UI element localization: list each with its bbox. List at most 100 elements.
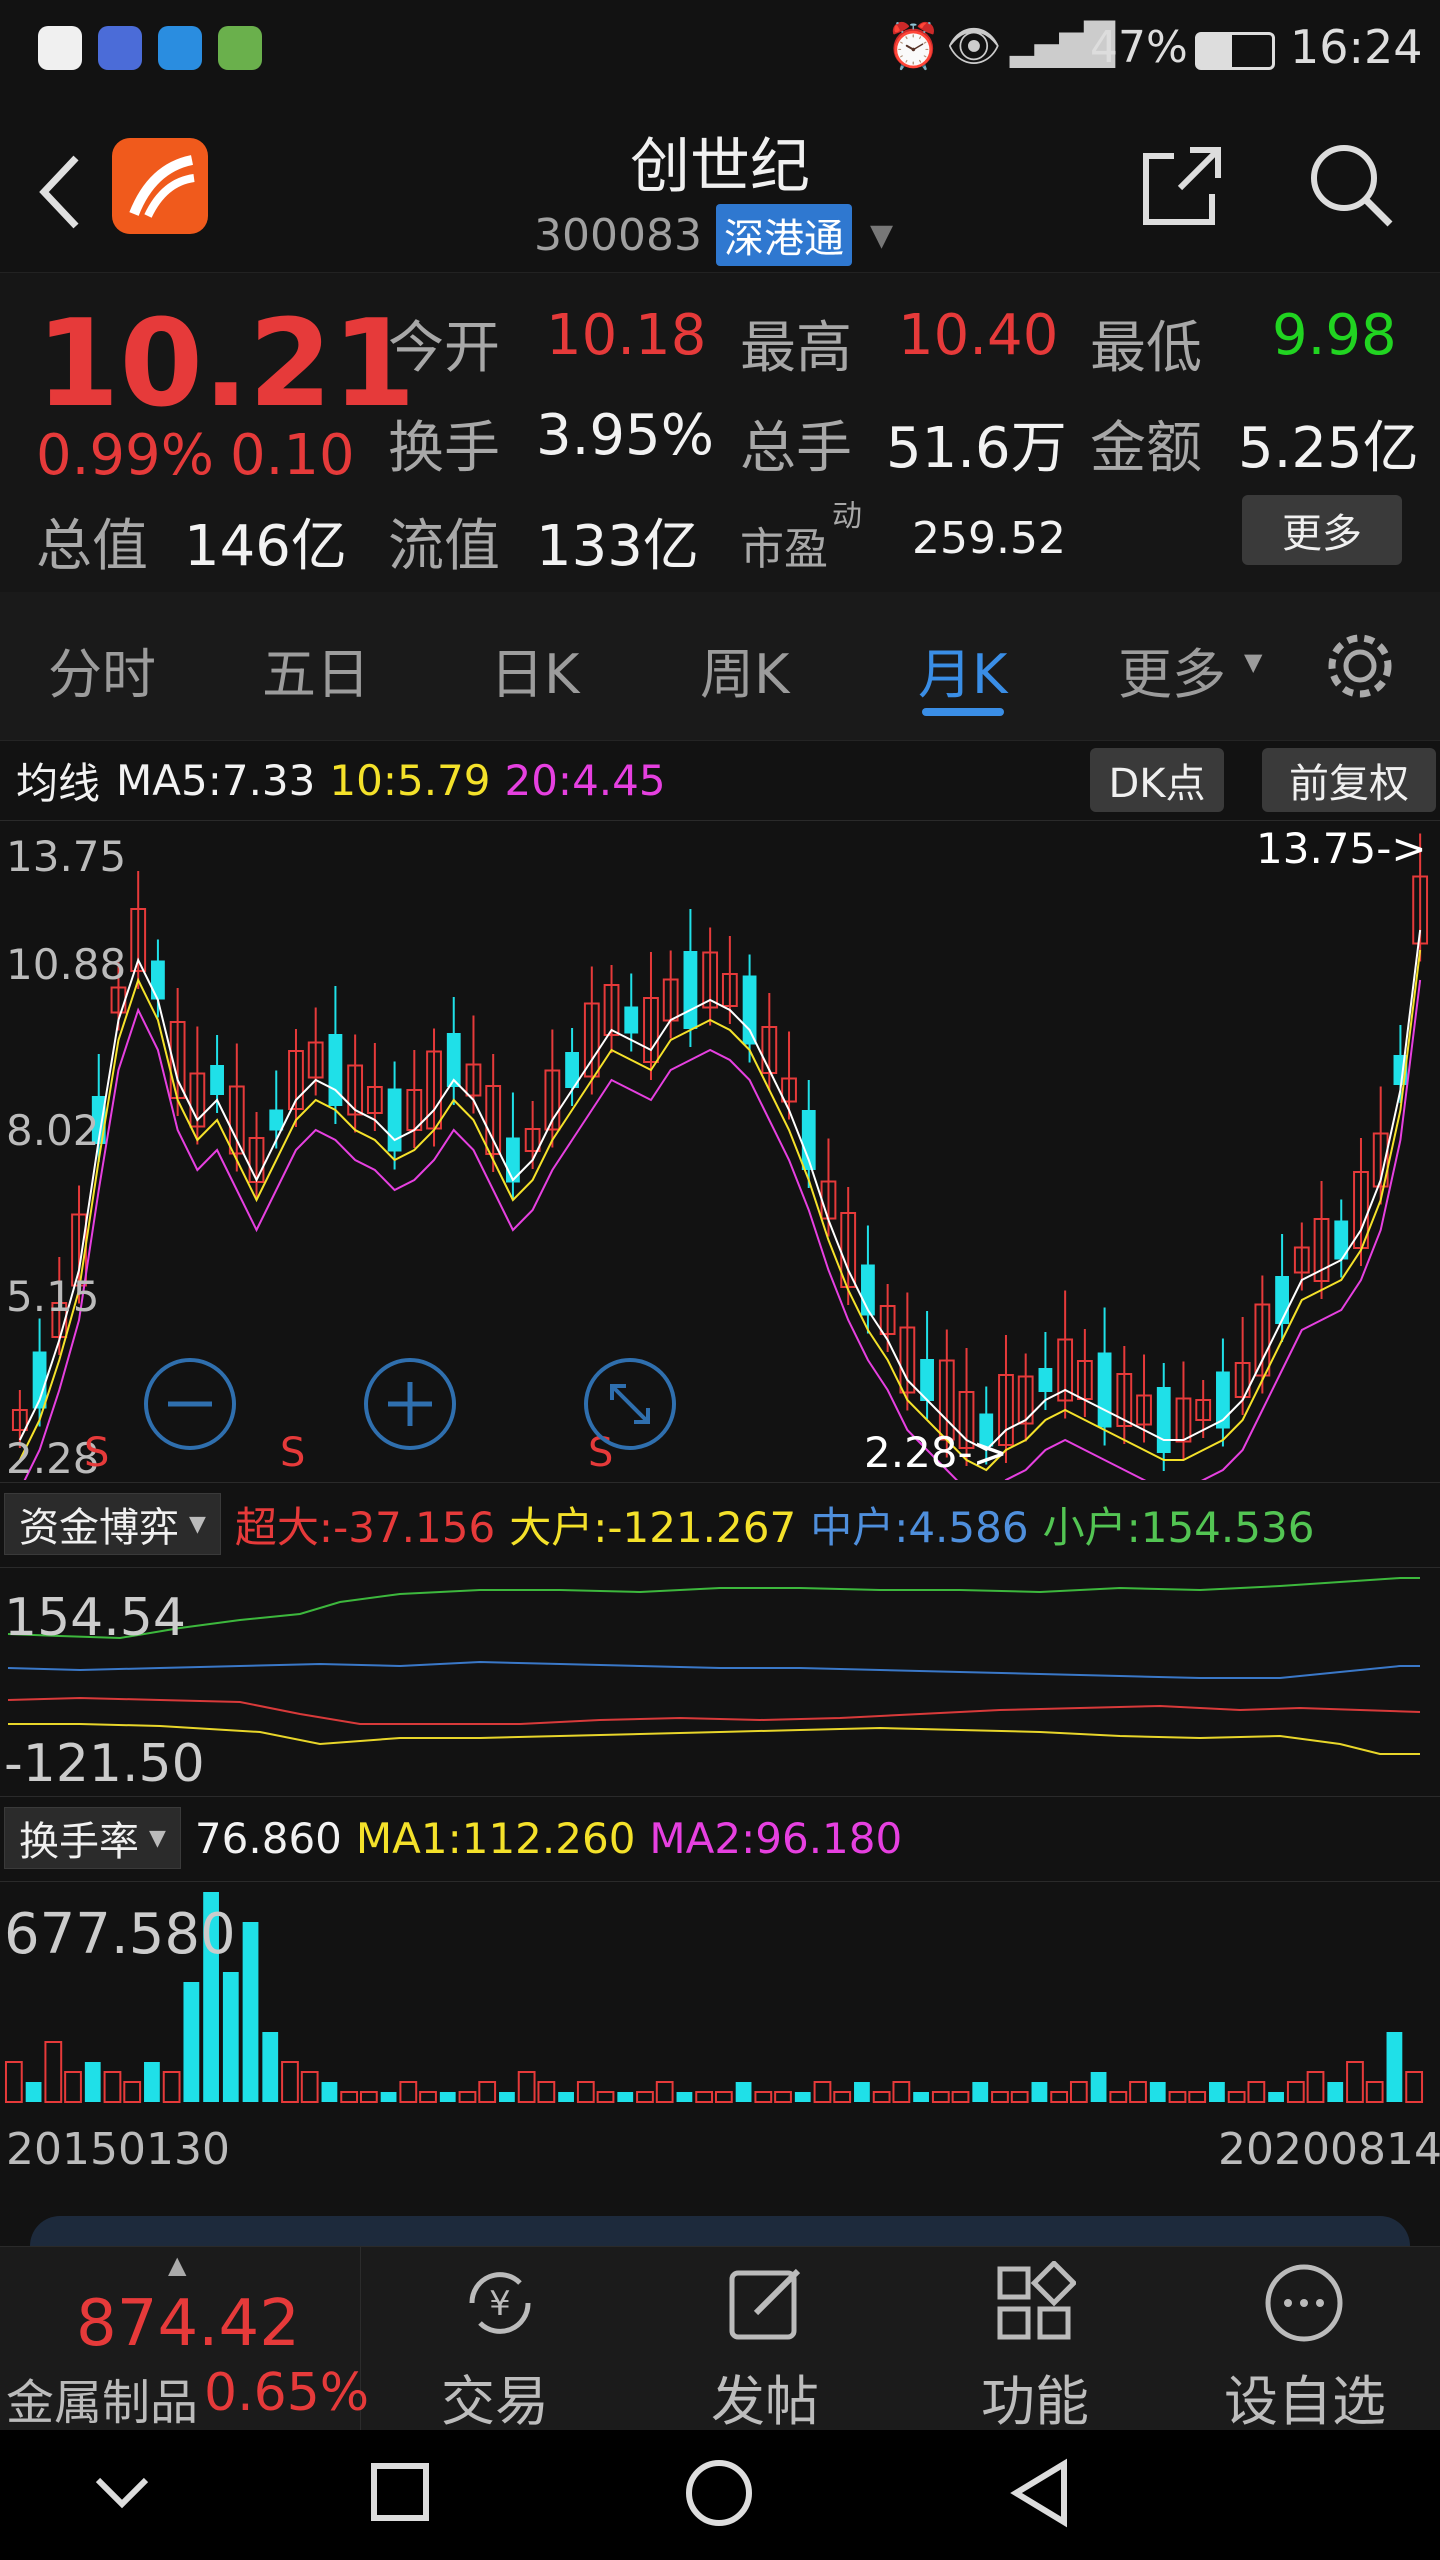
kline-chart[interactable]: 13.75 10.88 8.02 5.15 2.28 13.75-> 2.28-… bbox=[0, 820, 1440, 1483]
dropdown-arrow-icon: ▼ bbox=[149, 1825, 166, 1851]
volume-label: 总手 bbox=[740, 416, 852, 481]
min-price-marker: 2.28-> bbox=[864, 1428, 1008, 1477]
watchlist-label: 设自选 bbox=[1224, 2370, 1386, 2433]
dk-point-button[interactable]: DK点 bbox=[1090, 748, 1224, 812]
edit-icon bbox=[729, 2268, 801, 2340]
small-value: 小户:154.536 bbox=[1042, 1502, 1315, 1552]
fund-flow-canvas bbox=[7, 1577, 1421, 1755]
quote-panel: 10.21 0.99% 0.10 今开 10.18 最高 10.40 最低 9.… bbox=[0, 272, 1440, 594]
fund-flow-chart: 154.54 -121.50 bbox=[0, 1568, 1440, 1794]
end-date: 20200814 bbox=[1218, 2124, 1440, 2175]
axis-label-top: 13.75 bbox=[6, 832, 127, 881]
date-axis: 20150130 20200814 bbox=[0, 2110, 1440, 2200]
zoom-in-icon[interactable] bbox=[362, 1356, 458, 1452]
turnover-chart: 677.580 bbox=[0, 1882, 1440, 2108]
pe-superscript: 动 bbox=[832, 499, 862, 534]
low-value: 9.98 bbox=[1272, 303, 1397, 368]
turnover-label: 换手 bbox=[388, 416, 500, 481]
function-button[interactable]: 功能 bbox=[900, 2247, 1170, 2433]
forward-adjust-button[interactable]: 前复权 bbox=[1262, 748, 1436, 812]
pe-label: 市盈 bbox=[740, 524, 828, 575]
fund-flow-row: 资金博弈 ▼ 超大:-37.156 大户:-121.267 中户:4.586 小… bbox=[0, 1482, 1440, 1568]
float-cap-value: 133亿 bbox=[536, 514, 699, 579]
alarm-icon: ⏰ bbox=[886, 21, 941, 72]
max-price-marker: 13.75-> bbox=[1256, 824, 1427, 873]
zoom-out-icon[interactable] bbox=[142, 1356, 238, 1452]
tab-weekly-k[interactable]: 周K bbox=[700, 630, 789, 709]
battery-icon bbox=[1195, 32, 1275, 70]
period-tabs: 分时 五日 日K 周K 月K 更多 ▼ bbox=[0, 592, 1440, 741]
turnover-value: 3.95% bbox=[536, 403, 714, 468]
turnover-ma2: MA2:96.180 bbox=[649, 1813, 903, 1863]
system-nav-bar bbox=[0, 2430, 1440, 2560]
large-value: 大户:-121.267 bbox=[509, 1502, 797, 1552]
nav-back-icon[interactable] bbox=[1008, 2458, 1072, 2528]
fund-indicator-select[interactable]: 资金博弈 ▼ bbox=[4, 1493, 221, 1555]
super-large-value: 超大:-37.156 bbox=[234, 1502, 496, 1552]
sector-change: 0.65% bbox=[204, 2363, 370, 2423]
open-value: 10.18 bbox=[546, 303, 707, 368]
function-label: 功能 bbox=[981, 2370, 1089, 2433]
tab-daily-k[interactable]: 日K bbox=[490, 630, 579, 709]
total-cap-label: 总值 bbox=[36, 514, 148, 579]
trade-label: 交易 bbox=[441, 2370, 549, 2433]
tab-intraday[interactable]: 分时 bbox=[48, 630, 156, 709]
caret-up-icon: ▲ bbox=[168, 2251, 187, 2279]
turnover-axis-top: 677.580 bbox=[4, 1902, 236, 1967]
fund-axis-top: 154.54 bbox=[4, 1588, 186, 1648]
current-price: 10.21 bbox=[36, 295, 416, 434]
turnover-current: 76.860 bbox=[194, 1813, 342, 1863]
app-header: 创世纪 300083 深港通 ▼ bbox=[0, 100, 1440, 272]
search-icon[interactable] bbox=[1306, 140, 1396, 230]
change-amount: 0.10 bbox=[230, 423, 355, 488]
change-percent: 0.99% bbox=[36, 423, 214, 488]
qq-app-icon bbox=[38, 26, 82, 70]
video-app-icon bbox=[98, 26, 142, 70]
turnover-indicator-select[interactable]: 换手率 ▼ bbox=[4, 1807, 181, 1869]
gear-icon[interactable] bbox=[1322, 628, 1398, 704]
post-label: 发帖 bbox=[711, 2370, 819, 2433]
status-bar: ⏰ 👁 ▂▄▆█ 47% 16:24 bbox=[0, 0, 1440, 100]
high-value: 10.40 bbox=[898, 303, 1059, 368]
tab-five-day[interactable]: 五日 bbox=[262, 630, 370, 709]
fullscreen-icon[interactable] bbox=[582, 1356, 678, 1452]
axis-label-3: 8.02 bbox=[6, 1106, 100, 1155]
yuan-cycle-icon: ¥ bbox=[469, 2272, 531, 2334]
clock: 16:24 bbox=[1290, 20, 1423, 74]
ma5-value: MA5:7.33 bbox=[116, 756, 316, 805]
open-label: 今开 bbox=[388, 316, 500, 381]
volume-value: 51.6万 bbox=[886, 416, 1067, 481]
amount-label: 金额 bbox=[1090, 416, 1202, 481]
nav-home-icon[interactable] bbox=[684, 2458, 754, 2528]
play-app-icon bbox=[218, 26, 262, 70]
nav-recents-icon[interactable] bbox=[368, 2460, 432, 2524]
medium-value: 中户:4.586 bbox=[810, 1502, 1029, 1552]
page-title: 创世纪 bbox=[630, 132, 810, 202]
more-dots-icon bbox=[1265, 2264, 1343, 2342]
ma10-value: 10:5.79 bbox=[329, 756, 491, 805]
add-watchlist-button[interactable]: 设自选 bbox=[1170, 2247, 1440, 2433]
tab-more[interactable]: 更多 bbox=[1118, 630, 1226, 709]
battery-percent: 47% bbox=[1090, 22, 1188, 73]
share-icon[interactable] bbox=[1140, 144, 1224, 228]
more-quote-button[interactable]: 更多 bbox=[1242, 495, 1402, 565]
dropdown-arrow-icon: ▼ bbox=[189, 1511, 206, 1537]
low-label: 最低 bbox=[1090, 316, 1202, 381]
fund-select-label: 资金博弈 bbox=[19, 1505, 179, 1551]
start-date: 20150130 bbox=[6, 2124, 230, 2175]
sell-signal: S bbox=[280, 1430, 306, 1476]
tab-monthly-k[interactable]: 月K bbox=[918, 630, 1007, 709]
browser-app-icon bbox=[158, 26, 202, 70]
grid-icon bbox=[997, 2261, 1076, 2340]
chevron-down-icon[interactable]: ▼ bbox=[870, 218, 893, 253]
sector-index[interactable]: ▲ 874.42 金属制品 0.65% bbox=[0, 2247, 369, 2431]
sector-index-value: 874.42 bbox=[76, 2287, 300, 2361]
axis-label-2: 10.88 bbox=[6, 940, 127, 989]
fund-axis-bottom: -121.50 bbox=[4, 1734, 205, 1794]
sell-signal: S bbox=[84, 1430, 110, 1476]
trade-button[interactable]: ¥ 交易 bbox=[360, 2247, 630, 2433]
high-label: 最高 bbox=[740, 316, 852, 381]
post-button[interactable]: 发帖 bbox=[630, 2247, 900, 2433]
nav-down-icon[interactable] bbox=[92, 2472, 152, 2512]
ma-legend-row: 均线 MA5:7.33 10:5.79 20:4.45 DK点 前复权 bbox=[0, 742, 1440, 821]
